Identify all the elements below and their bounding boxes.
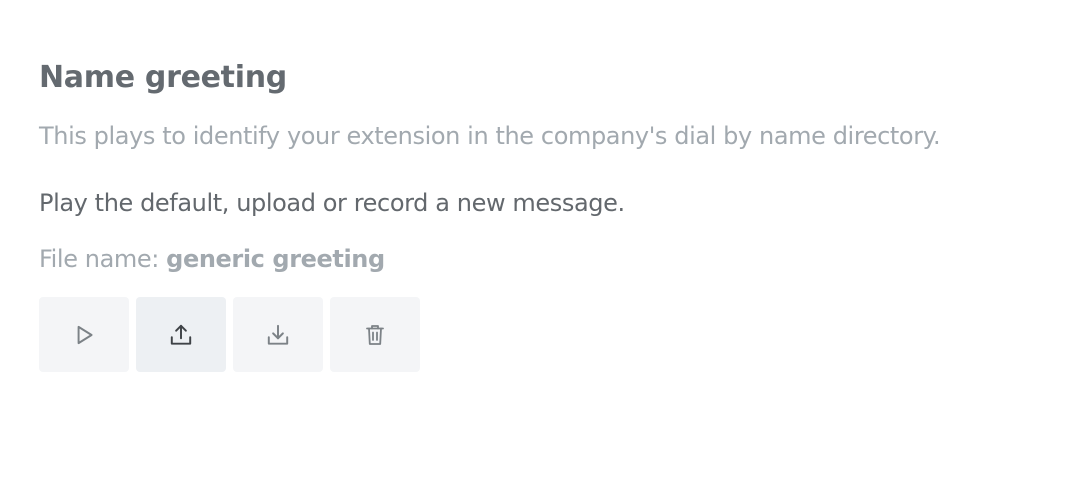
file-name-row: File name: generic greeting xyxy=(39,243,1079,275)
trash-icon xyxy=(363,322,387,348)
greeting-actions xyxy=(39,297,420,372)
section-title: Name greeting xyxy=(39,60,287,95)
download-button[interactable] xyxy=(233,297,323,372)
file-name-label: File name: xyxy=(39,245,167,273)
delete-button[interactable] xyxy=(330,297,420,372)
instruction-text: Play the default, upload or record a new… xyxy=(39,189,625,217)
download-icon xyxy=(265,322,291,348)
name-greeting-section: Name greeting This plays to identify you… xyxy=(39,56,1079,275)
play-icon xyxy=(71,322,97,348)
section-description: This plays to identify your extension in… xyxy=(39,122,941,150)
upload-button[interactable] xyxy=(136,297,226,372)
upload-icon xyxy=(168,322,194,348)
play-button[interactable] xyxy=(39,297,129,372)
file-name-value: generic greeting xyxy=(166,245,385,273)
